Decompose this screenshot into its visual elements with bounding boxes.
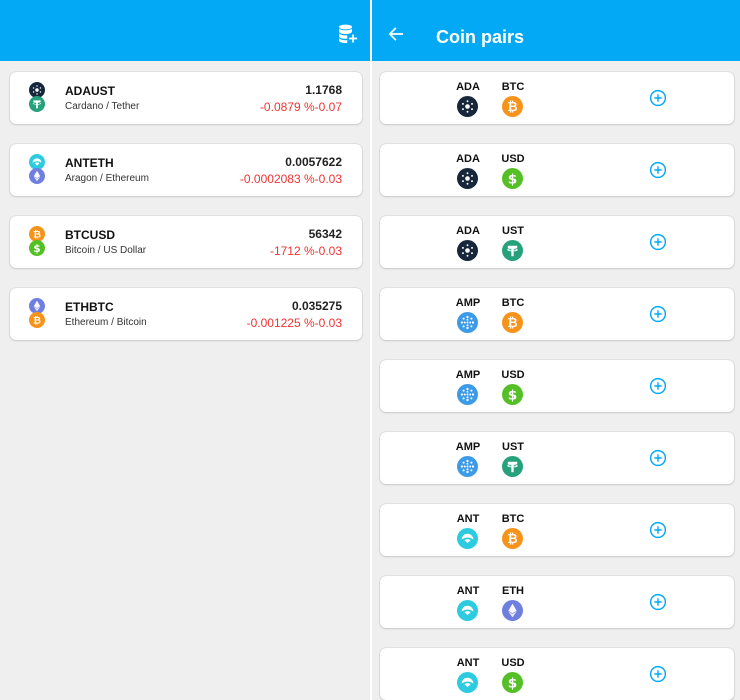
tether-icon	[29, 96, 45, 112]
ticker-list-panel: ADAUST Cardano / Tether 1.1768 -0.0879 %-0.…	[0, 0, 370, 700]
pair-quote-label: BTC	[501, 81, 525, 93]
ticker-pair-name: Aragon / Ethereum	[65, 173, 149, 184]
ethereum-icon	[29, 168, 45, 184]
add-circle-icon[interactable]	[649, 665, 667, 683]
coin-pair-card[interactable]: ADA UST	[380, 216, 734, 268]
coin-pair-card[interactable]: ADA BTC	[380, 72, 734, 124]
pair-quote-label: UST	[502, 225, 524, 237]
ticker-card[interactable]: ETHBTC Ethereum / Bitcoin 0.035275 -0.00122…	[10, 288, 362, 340]
ticker-price: 0.035275	[291, 299, 342, 313]
add-circle-icon[interactable]	[649, 521, 667, 539]
coin-pair-card[interactable]: AMP BTC	[380, 288, 734, 340]
pair-base-label: ANT	[456, 657, 480, 669]
ticker-card[interactable]: ANTETH Aragon / Ethereum 0.0057622 -0.00020…	[10, 144, 362, 196]
coin-pair-card[interactable]: ANT ETH	[380, 576, 734, 628]
add-circle-icon[interactable]	[649, 233, 667, 251]
add-circle-icon[interactable]	[649, 449, 667, 467]
coin-pair-card[interactable]: ANT BTC	[380, 504, 734, 556]
cardano-icon	[457, 96, 478, 117]
pair-base-label: ADA	[456, 225, 480, 237]
bitcoin-icon	[29, 312, 45, 328]
add-circle-icon[interactable]	[649, 89, 667, 107]
coin-pair-card[interactable]: ADA USD	[380, 144, 734, 196]
dollar-icon	[502, 672, 523, 693]
ticker-symbol: BTCUSD	[65, 228, 115, 242]
ticker-symbol: ETHBTC	[65, 300, 114, 314]
add-circle-icon[interactable]	[649, 161, 667, 179]
aragon-icon	[457, 528, 478, 549]
pair-quote-label: BTC	[501, 513, 525, 525]
cardano-icon	[457, 168, 478, 189]
arrow-left-icon[interactable]	[386, 24, 406, 44]
ticker-pair-name: Bitcoin / US Dollar	[65, 245, 147, 256]
add-circle-icon[interactable]	[649, 593, 667, 611]
app-bar	[0, 0, 370, 61]
amp-icon	[457, 384, 478, 405]
pair-quote-label: UST	[502, 441, 524, 453]
ethereum-icon	[502, 600, 523, 621]
ticker-card[interactable]: BTCUSD Bitcoin / US Dollar 56342 -1712 %-0.…	[10, 216, 362, 268]
aragon-icon	[457, 672, 478, 693]
database-add-icon[interactable]	[336, 22, 360, 46]
page-title: Coin pairs	[436, 27, 525, 47]
ticker-change: -1712 %-0.03	[269, 244, 342, 258]
ticker-pair-name: Ethereum / Bitcoin	[65, 317, 147, 328]
ticker-price: 0.0057622	[285, 155, 342, 169]
cardano-icon	[457, 240, 478, 261]
bitcoin-icon	[502, 312, 523, 333]
coin-pair-card[interactable]: AMP UST	[380, 432, 734, 484]
pair-quote-label: ETH	[502, 585, 524, 597]
pair-base-label: ADA	[456, 81, 480, 93]
ticker-price: 1.1768	[305, 83, 342, 97]
coin-pair-card[interactable]: ANT USD	[380, 648, 734, 700]
add-circle-icon[interactable]	[649, 305, 667, 323]
amp-icon	[457, 456, 478, 477]
pair-quote-label: USD	[501, 369, 525, 381]
dollar-icon	[502, 384, 523, 405]
ticker-change: -0.001225 %-0.03	[246, 316, 342, 330]
tether-icon	[502, 240, 523, 261]
add-circle-icon[interactable]	[649, 377, 667, 395]
pair-base-label: AMP	[455, 441, 481, 453]
dollar-icon	[29, 240, 45, 256]
ticker-card[interactable]: ADAUST Cardano / Tether 1.1768 -0.0879 %-0.…	[10, 72, 362, 124]
ticker-symbol: ANTETH	[65, 156, 114, 170]
ticker-pair-name: Cardano / Tether	[65, 101, 140, 112]
ticker-change: -0.0879 %-0.07	[259, 100, 342, 114]
ticker-symbol: ADAUST	[65, 84, 115, 98]
bitcoin-icon	[502, 528, 523, 549]
pair-base-label: ADA	[456, 153, 480, 165]
bitcoin-icon	[502, 96, 523, 117]
ticker-price: 56342	[308, 227, 342, 241]
ticker-change: -0.0002083 %-0.03	[239, 172, 342, 186]
amp-icon	[457, 312, 478, 333]
pair-base-label: ANT	[456, 513, 480, 525]
pair-quote-label: USD	[501, 657, 525, 669]
pair-quote-label: USD	[501, 153, 525, 165]
aragon-icon	[457, 600, 478, 621]
coin-pairs-panel: Coin pairs ADA BTC ADA USD ADA UST AMP BTC AMP US…	[372, 0, 740, 700]
dollar-icon	[502, 168, 523, 189]
pair-base-label: AMP	[455, 369, 481, 381]
app-bar-coin-pairs: Coin pairs	[372, 0, 740, 61]
pair-base-label: AMP	[455, 297, 481, 309]
pair-base-label: ANT	[456, 585, 480, 597]
pair-quote-label: BTC	[501, 297, 525, 309]
coin-pair-card[interactable]: AMP USD	[380, 360, 734, 412]
tether-icon	[502, 456, 523, 477]
